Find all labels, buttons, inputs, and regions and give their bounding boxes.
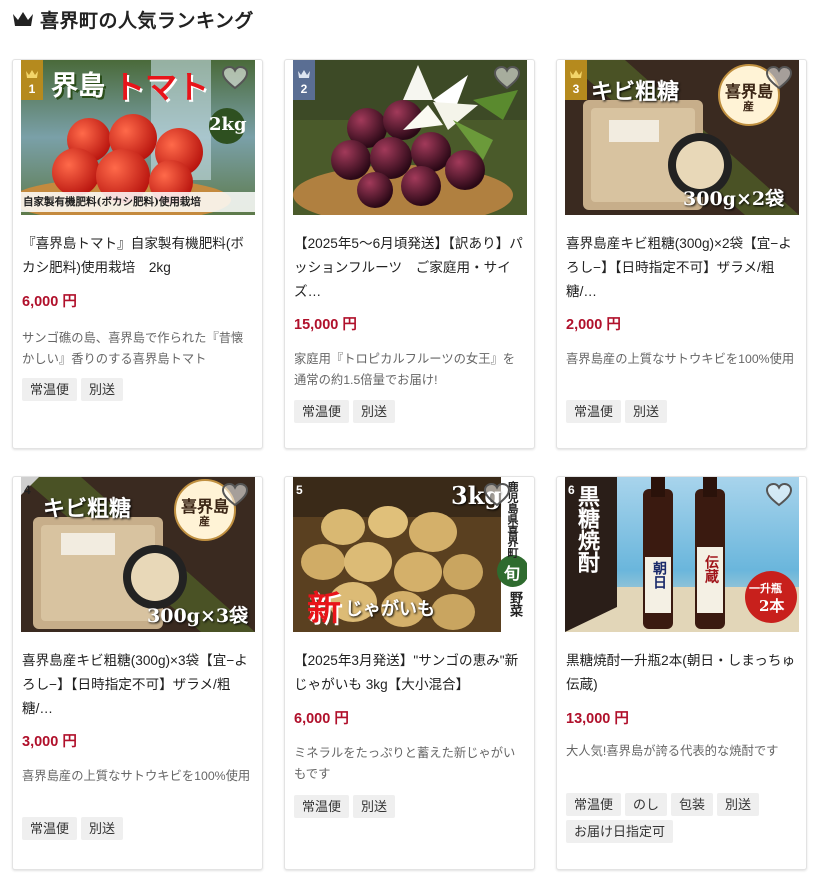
image-text: 300g×2袋 [683, 188, 785, 210]
tag: 包装 [671, 793, 714, 816]
tag: 別送 [353, 400, 396, 423]
rank-badge: 2 [293, 60, 315, 100]
product-price: 6,000 円 [22, 294, 77, 310]
product-title[interactable]: 黒糖焼酎一升瓶2本(朝日・しまっちゅ伝蔵) [566, 649, 798, 697]
favorite-heart-icon[interactable] [766, 66, 792, 90]
tag: 別送 [81, 817, 124, 840]
rank-badge: 1 [21, 60, 43, 100]
product-price: 2,000 円 [566, 317, 621, 333]
tag-list: 常温便 別送 [294, 795, 526, 818]
rank-number: 1 [28, 82, 36, 96]
tag: 別送 [81, 378, 124, 401]
tag-list: 常温便 別送 [294, 400, 526, 423]
tag: 常温便 [566, 793, 622, 816]
section-header: 喜界町の人気ランキング [12, 5, 254, 33]
product-card-5[interactable]: 3kg 鹿児島県喜界町 新 じゃがいも 旬 野菜 5 【2025年3月発送】"サ… [284, 476, 535, 870]
tag-list: 常温便 別送 [566, 400, 798, 423]
image-text: トマト [113, 68, 210, 106]
tag-list: 常温便 のし 包装 別送 お届け日指定可 [566, 793, 798, 843]
crown-icon [570, 70, 582, 78]
rank-badge: 5 [293, 477, 303, 517]
product-description: 喜界島産の上質なサトウキビを100%使用 [22, 769, 251, 783]
rank-number: 4 [24, 483, 31, 497]
product-card-3[interactable]: キビ粗糖 喜界島 産 300g×2袋 3 喜界島産キビ粗糖(300g)×2袋【宜… [556, 59, 807, 449]
product-description: 喜界島産の上質なサトウキビを100%使用 [566, 352, 795, 366]
tag: 常温便 [294, 400, 350, 423]
image-text: 界島 [51, 71, 105, 102]
crown-icon [26, 70, 38, 78]
image-text: 黒糖焼酎 [574, 485, 600, 573]
image-text: 自家製有機肥料(ボカシ肥料)使用栽培 [23, 196, 201, 208]
crown-icon [13, 12, 33, 26]
tag-list: 常温便 別送 [22, 817, 254, 840]
product-price: 15,000 円 [294, 317, 357, 333]
rank-badge: 4 [21, 477, 31, 517]
favorite-heart-icon[interactable] [484, 483, 510, 507]
product-description: ミネラルをたっぷりと蓄えた新じゃがいもです [294, 746, 516, 781]
favorite-heart-icon[interactable] [766, 483, 792, 507]
product-card-6[interactable]: 黒糖焼酎 朝日 伝蔵 一升瓶 2本 6 黒糖焼酎一升瓶2本(朝日・しまっちゅ伝蔵… [556, 476, 807, 870]
image-text: 伝蔵 [703, 555, 719, 583]
product-title[interactable]: 【2025年5～6月頃発送】【訳あり】パッションフルーツ ご家庭用・サイズ… [294, 232, 526, 304]
product-image[interactable]: 界島 トマト 2kg 自家製有機肥料(ボカシ肥料)使用栽培 [21, 60, 255, 215]
tag-list: 常温便 別送 [22, 378, 254, 401]
product-title[interactable]: 『喜界島トマト』自家製有機肥料(ボカシ肥料)使用栽培 2kg [22, 232, 254, 280]
product-price: 13,000 円 [566, 711, 629, 727]
image-text: キビ粗糖 [591, 79, 680, 105]
tag: 常温便 [294, 795, 350, 818]
favorite-heart-icon[interactable] [494, 66, 520, 90]
product-description: サンゴ礁の島、喜界島で作られた『昔懐かしい』香りのする喜界島トマト [22, 331, 244, 366]
image-text: 産 [199, 515, 210, 528]
rank-number: 6 [568, 483, 575, 497]
image-text: キビ粗糖 [43, 496, 132, 522]
rank-number: 3 [572, 82, 580, 96]
image-text: 産 [743, 100, 754, 113]
product-card-4[interactable]: キビ粗糖 喜界島 産 300g×3袋 4 喜界島産キビ粗糖(300g)×3袋【宜… [12, 476, 263, 870]
image-text: 300g×3袋 [147, 605, 249, 627]
product-description: 家庭用『トロピカルフルーツの女王』を通常の約1.5倍量でお届け! [294, 352, 516, 387]
image-text: じゃがいも [345, 599, 435, 620]
tag: 常温便 [22, 378, 78, 401]
rank-badge: 6 [565, 477, 575, 517]
image-text: 2kg [209, 114, 247, 135]
tag: 常温便 [22, 817, 78, 840]
tag: 別送 [717, 793, 760, 816]
tag: 常温便 [566, 400, 622, 423]
tag: のし [625, 793, 668, 816]
rank-badge: 3 [565, 60, 587, 100]
product-image[interactable]: 黒糖焼酎 朝日 伝蔵 一升瓶 2本 [565, 477, 799, 632]
rank-number: 5 [296, 483, 303, 497]
image-text: 2本 [759, 597, 785, 615]
favorite-heart-icon[interactable] [222, 66, 248, 90]
product-price: 6,000 円 [294, 711, 349, 727]
product-image[interactable]: キビ粗糖 喜界島 産 300g×2袋 [565, 60, 799, 215]
product-title[interactable]: 【2025年3月発送】"サンゴの恵み"新じゃがいも 3kg【大小混合】 [294, 649, 526, 697]
image-text: 朝日 [651, 561, 667, 589]
favorite-heart-icon[interactable] [222, 483, 248, 507]
product-price: 3,000 円 [22, 734, 77, 750]
image-text: 旬 [504, 564, 521, 583]
section-title: 喜界町の人気ランキング [40, 9, 254, 32]
crown-icon [298, 70, 310, 78]
rank-number: 2 [300, 82, 308, 96]
image-text: 一升瓶 [749, 582, 782, 595]
product-image[interactable] [293, 60, 527, 215]
product-title[interactable]: 喜界島産キビ粗糖(300g)×3袋【宜−よろし−】【日時指定不可】ザラメ/粗糖/… [22, 649, 254, 721]
product-card-1[interactable]: 界島 トマト 2kg 自家製有機肥料(ボカシ肥料)使用栽培 1 『喜界島トマト』… [12, 59, 263, 449]
product-card-2[interactable]: 2 【2025年5～6月頃発送】【訳あり】パッションフルーツ ご家庭用・サイズ…… [284, 59, 535, 449]
image-text: 新 [307, 589, 341, 629]
image-text: 野菜 [507, 591, 522, 617]
product-description: 大人気!喜界島が誇る代表的な焼酎です [566, 744, 779, 758]
product-title[interactable]: 喜界島産キビ粗糖(300g)×2袋【宜−よろし−】【日時指定不可】ザラメ/粗糖/… [566, 232, 798, 304]
tag: お届け日指定可 [566, 820, 674, 843]
tag: 別送 [353, 795, 396, 818]
tag: 別送 [625, 400, 668, 423]
product-image[interactable]: キビ粗糖 喜界島 産 300g×3袋 [21, 477, 255, 632]
